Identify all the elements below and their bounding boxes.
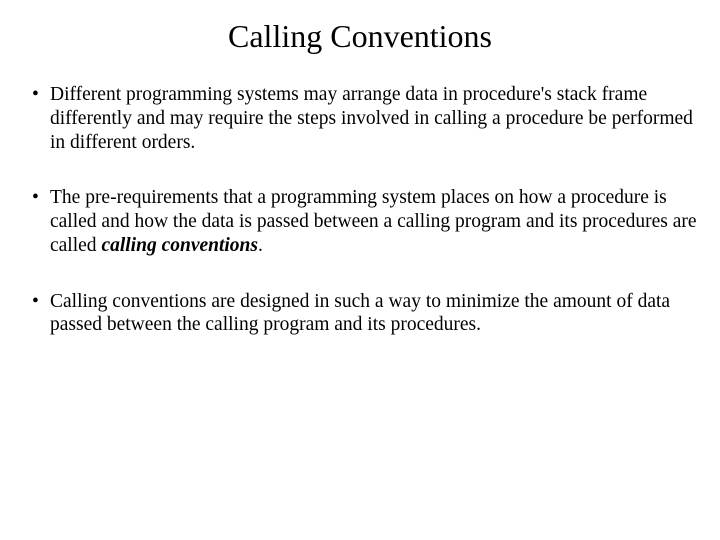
bullet-item: Calling conventions are designed in such… <box>32 290 700 338</box>
bullet-text-post: . <box>258 235 263 256</box>
emphasized-term: calling conventions <box>101 235 258 256</box>
bullet-item: Different programming systems may arrang… <box>32 83 700 154</box>
slide-title: Calling Conventions <box>20 18 700 55</box>
bullet-item: The pre-requirements that a programming … <box>32 186 700 257</box>
bullet-list: Different programming systems may arrang… <box>20 83 700 337</box>
